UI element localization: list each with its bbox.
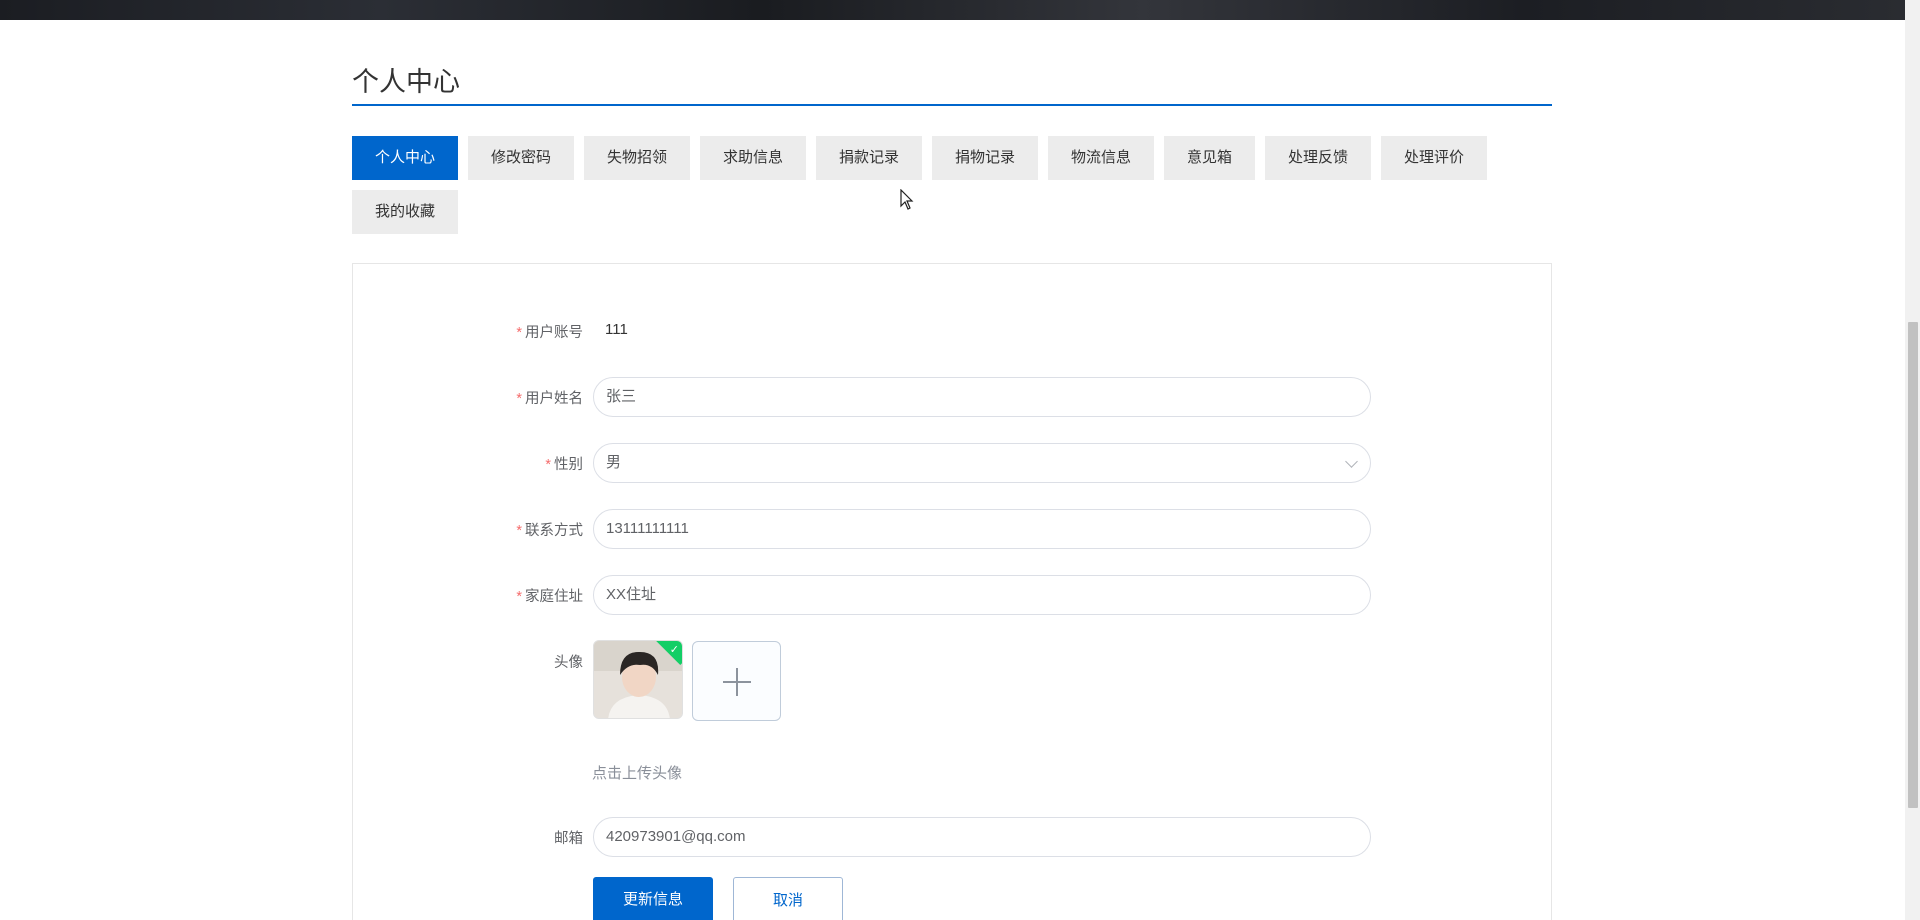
scrollbar[interactable] — [1905, 0, 1920, 920]
scrollbar-thumb[interactable] — [1908, 322, 1918, 808]
tab-item-donation-records[interactable]: 捐物记录 — [932, 136, 1038, 180]
account-label: * 用户账号 — [516, 325, 583, 341]
gender-selected-value: 男 — [606, 454, 622, 471]
cancel-button[interactable]: 取消 — [733, 877, 843, 920]
top-banner-image — [0, 0, 1905, 20]
required-mark: * — [545, 457, 551, 473]
tab-handle-feedback[interactable]: 处理反馈 — [1265, 136, 1371, 180]
address-input[interactable]: XX住址 — [593, 575, 1371, 615]
gender-select[interactable]: 男 — [593, 443, 1371, 483]
email-label: 邮箱 — [554, 831, 583, 847]
avatar-label: 头像 — [554, 655, 583, 671]
required-mark: * — [516, 391, 522, 407]
required-mark: * — [516, 523, 522, 539]
upload-hint: 点击上传头像 — [592, 765, 683, 782]
name-label: * 用户姓名 — [516, 391, 583, 407]
phone-input[interactable]: 13111111111 — [593, 509, 1371, 549]
update-info-button[interactable]: 更新信息 — [593, 877, 713, 920]
chevron-down-icon — [1345, 455, 1358, 468]
mouse-cursor-icon — [900, 189, 914, 210]
address-label: * 家庭住址 — [516, 589, 583, 605]
tab-logistics[interactable]: 物流信息 — [1048, 136, 1154, 180]
required-mark: * — [516, 589, 522, 605]
check-icon: ✓ — [669, 644, 679, 656]
required-mark: * — [516, 325, 522, 341]
email-input[interactable]: 420973901@qq.com — [593, 817, 1371, 857]
upload-avatar-button[interactable] — [692, 641, 781, 721]
tab-my-favorites[interactable]: 我的收藏 — [352, 190, 458, 234]
tab-change-password[interactable]: 修改密码 — [468, 136, 574, 180]
tab-donation-records[interactable]: 捐款记录 — [816, 136, 922, 180]
name-input[interactable]: 张三 — [593, 377, 1371, 417]
tab-lost-and-found[interactable]: 失物招领 — [584, 136, 690, 180]
gender-label: * 性别 — [545, 457, 583, 473]
account-value: 111 — [605, 321, 628, 338]
title-divider — [352, 104, 1552, 106]
page-title: 个人中心 — [352, 67, 460, 97]
phone-label: * 联系方式 — [516, 523, 583, 539]
tab-suggestion-box[interactable]: 意见箱 — [1164, 136, 1255, 180]
avatar-thumbnail[interactable]: ✓ — [593, 640, 683, 719]
tab-help-requests[interactable]: 求助信息 — [700, 136, 806, 180]
tab-personal-center[interactable]: 个人中心 — [352, 136, 458, 180]
plus-icon-vertical — [736, 668, 738, 696]
tab-handle-reviews[interactable]: 处理评价 — [1381, 136, 1487, 180]
